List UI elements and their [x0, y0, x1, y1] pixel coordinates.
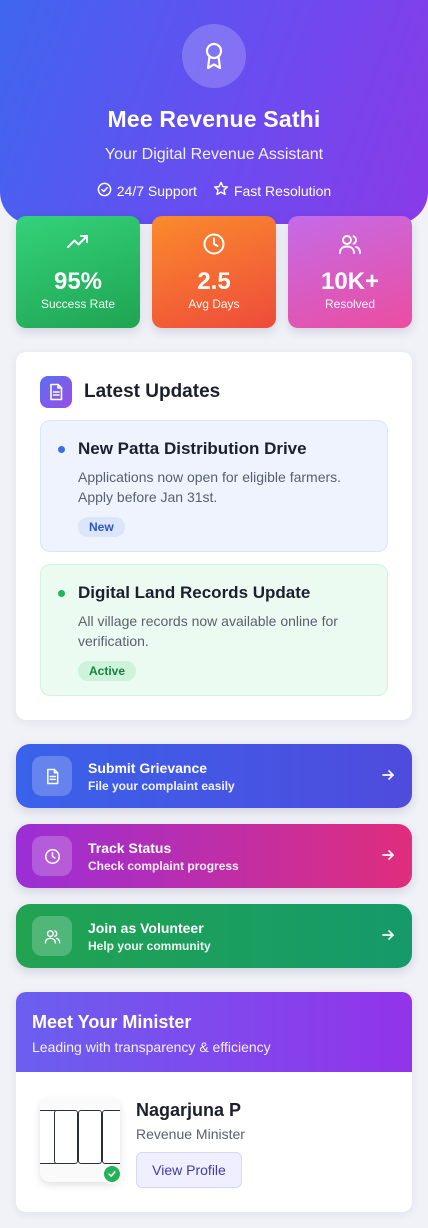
- view-profile-button[interactable]: View Profile: [136, 1152, 242, 1188]
- latest-updates-card: Latest Updates New Patta Distribution Dr…: [16, 352, 412, 720]
- update-description: Applications now open for eligible farme…: [78, 469, 342, 505]
- stat-value: 10K+: [320, 268, 380, 295]
- status-badge: New: [78, 517, 125, 537]
- verified-check-icon: [102, 1164, 122, 1184]
- join-volunteer-button[interactable]: Join as Volunteer Help your community: [16, 904, 412, 968]
- stat-card-avg-days: 2.5 Avg Days: [152, 216, 276, 328]
- award-icon: [182, 24, 246, 88]
- stat-label: Success Rate: [40, 297, 116, 311]
- app-title: Mee Revenue Sathi: [107, 106, 321, 132]
- track-status-button[interactable]: Track Status Check complaint progress: [16, 824, 412, 888]
- action-title: Track Status: [88, 840, 172, 856]
- clock-icon: [152, 232, 276, 256]
- bullet-dot: [58, 446, 65, 453]
- stat-card-resolved: 10K+ Resolved: [288, 216, 412, 328]
- action-description: Help your community: [88, 939, 211, 953]
- resolution-tag-label: Fast Resolution: [233, 182, 332, 199]
- arrow-right-icon: [380, 767, 396, 788]
- users-icon: [288, 232, 412, 256]
- action-description: File your complaint easily: [88, 779, 235, 793]
- submit-grievance-button[interactable]: Submit Grievance File your complaint eas…: [16, 744, 412, 808]
- trending-up-icon: [16, 232, 140, 252]
- stat-label: Resolved: [324, 297, 376, 311]
- resolution-tag: Fast Resolution: [213, 181, 331, 200]
- action-title: Submit Grievance: [88, 760, 208, 776]
- stat-value: 2.5: [197, 268, 231, 295]
- update-item[interactable]: Digital Land Records Update All village …: [40, 564, 388, 696]
- star-icon: [213, 181, 229, 200]
- stat-label: Avg Days: [188, 297, 240, 311]
- document-icon: [40, 376, 72, 408]
- update-title: Digital Land Records Update: [78, 583, 311, 602]
- support-tag-label: 24/7 Support: [116, 182, 197, 199]
- minister-role: Revenue Minister: [136, 1126, 245, 1142]
- stat-value: 95%: [53, 268, 103, 295]
- check-circle-icon: [97, 182, 112, 200]
- minister-subheading: Leading with transparency & efficiency: [32, 1039, 271, 1055]
- hero-tags: 24/7 Support Fast Resolution: [0, 181, 428, 200]
- clock-icon: [32, 836, 72, 876]
- minister-heading: Meet Your Minister: [32, 1012, 192, 1032]
- arrow-right-icon: [380, 927, 396, 948]
- minister-header: Meet Your Minister Leading with transpar…: [16, 992, 412, 1072]
- app-subtitle: Your Digital Revenue Assistant: [104, 146, 324, 163]
- update-description: All village records now available online…: [78, 613, 338, 649]
- bullet-dot: [58, 590, 65, 597]
- action-title: Join as Volunteer: [88, 920, 204, 936]
- minister-card: Meet Your Minister Leading with transpar…: [16, 992, 412, 1212]
- arrow-right-icon: [380, 847, 396, 868]
- update-item[interactable]: New Patta Distribution Drive Application…: [40, 420, 388, 552]
- action-description: Check complaint progress: [88, 859, 239, 873]
- support-tag: 24/7 Support: [97, 181, 197, 200]
- minister-name: Nagarjuna P: [136, 1100, 242, 1120]
- section-title: Latest Updates: [84, 381, 221, 402]
- status-badge: Active: [78, 661, 137, 681]
- users-icon: [32, 916, 72, 956]
- hero-header: Mee Revenue Sathi Your Digital Revenue A…: [0, 0, 428, 224]
- stat-card-success-rate: 95% Success Rate: [16, 216, 140, 328]
- update-title: New Patta Distribution Drive: [78, 439, 307, 458]
- document-icon: [32, 756, 72, 796]
